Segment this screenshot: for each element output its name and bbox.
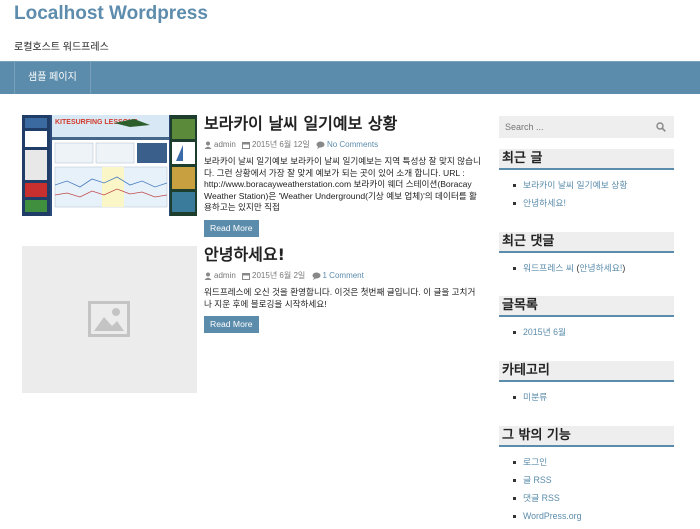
recent-posts-list: 보라카이 날씨 일기예보 상황 안녕하세요! xyxy=(499,180,674,216)
calendar-icon xyxy=(242,142,251,149)
comment-icon xyxy=(316,141,325,149)
meta-list: 로그인 글 RSS 댓글 RSS WordPress.org xyxy=(499,457,674,529)
recent-comment-item: 워드프레스 씨 (안녕하세요!) xyxy=(513,263,674,281)
post-comments-link[interactable]: No Comments xyxy=(327,140,378,149)
read-more-button[interactable]: Read More xyxy=(204,316,259,333)
widget-title: 카테고리 xyxy=(499,361,674,382)
post-hello: 안녕하세요! admin 2015년 6월 2일 1 Comment 워드프레스… xyxy=(22,246,482,394)
calendar-icon xyxy=(242,273,251,280)
sidebar: 최근 글 보라카이 날씨 일기예보 상황 안녕하세요! 최근 댓글 워드프레스 … xyxy=(499,116,674,521)
widget-title: 최근 글 xyxy=(499,149,674,170)
search-icon[interactable] xyxy=(656,122,666,132)
widget-title: 최근 댓글 xyxy=(499,232,674,253)
image-placeholder-icon xyxy=(88,301,130,337)
post-author[interactable]: admin xyxy=(214,140,236,149)
site-header: Localhost Wordpress 로컬호스트 워드프레스 xyxy=(0,0,700,60)
meta-link-comments-rss[interactable]: 댓글 RSS xyxy=(513,493,674,511)
post-comments-link[interactable]: 1 Comment xyxy=(323,271,364,280)
post-date[interactable]: 2015년 6월 12일 xyxy=(252,140,310,149)
thumbnail-image: KITESURFING LESSONS xyxy=(22,115,197,216)
main-navigation: 샘플 페이지 xyxy=(0,61,700,94)
search-input[interactable] xyxy=(499,116,639,138)
widget-recent-comments: 최근 댓글 워드프레스 씨 (안녕하세요!) xyxy=(499,232,674,281)
widget-meta: 그 밖의 기능 로그인 글 RSS 댓글 RSS WordPress.org xyxy=(499,426,674,529)
nav-item-sample-page[interactable]: 샘플 페이지 xyxy=(14,62,91,94)
comment-author[interactable]: 워드프레스 씨 xyxy=(523,263,574,273)
post-thumbnail[interactable]: KITESURFING LESSONS xyxy=(22,115,197,216)
post-boracay-weather: KITESURFING LESSONS 보라카이 날씨 일기예보 상황 admi… xyxy=(22,115,482,237)
meta-link-posts-rss[interactable]: 글 RSS xyxy=(513,475,674,493)
widget-title: 글목록 xyxy=(499,296,674,317)
comment-post-link[interactable]: 안녕하세요! xyxy=(579,263,622,273)
category-link[interactable]: 미분류 xyxy=(513,392,674,410)
site-description: 로컬호스트 워드프레스 xyxy=(14,42,109,53)
post-content: 안녕하세요! admin 2015년 6월 2일 1 Comment 워드프레스… xyxy=(204,246,482,333)
archive-link[interactable]: 2015년 6월 xyxy=(513,327,674,345)
author-icon xyxy=(204,272,212,280)
post-meta: admin 2015년 6월 12일 No Comments xyxy=(204,139,482,151)
post-content: 보라카이 날씨 일기예보 상황 admin 2015년 6월 12일 No Co… xyxy=(204,115,482,237)
widget-archives: 글목록 2015년 6월 xyxy=(499,296,674,345)
post-thumbnail-placeholder[interactable] xyxy=(22,246,197,393)
recent-post-link[interactable]: 보라카이 날씨 일기예보 상황 xyxy=(513,180,674,198)
author-icon xyxy=(204,141,212,149)
post-excerpt: 워드프레스에 오신 것을 환영합니다. 이것은 첫번째 글입니다. 이 글을 고… xyxy=(204,287,476,309)
post-meta: admin 2015년 6월 2일 1 Comment xyxy=(204,270,482,282)
post-date[interactable]: 2015년 6월 2일 xyxy=(252,271,305,280)
search-form xyxy=(499,116,674,138)
meta-link-login[interactable]: 로그인 xyxy=(513,457,674,475)
widget-categories: 카테고리 미분류 xyxy=(499,361,674,410)
meta-link-wordpress-org[interactable]: WordPress.org xyxy=(513,511,674,529)
post-title[interactable]: 안녕하세요! xyxy=(204,246,482,264)
comment-icon xyxy=(312,272,320,280)
archives-list: 2015년 6월 xyxy=(499,327,674,345)
recent-comments-list: 워드프레스 씨 (안녕하세요!) xyxy=(499,263,674,281)
post-title[interactable]: 보라카이 날씨 일기예보 상황 xyxy=(204,115,482,133)
recent-post-link[interactable]: 안녕하세요! xyxy=(513,198,674,216)
widget-title: 그 밖의 기능 xyxy=(499,426,674,447)
categories-list: 미분류 xyxy=(499,392,674,410)
site-title[interactable]: Localhost Wordpress xyxy=(14,4,686,24)
read-more-button[interactable]: Read More xyxy=(204,219,259,237)
post-author[interactable]: admin xyxy=(214,271,236,280)
post-excerpt: 보라카이 날씨 일기예보 보라카이 날씨 일기예보는 지역 특성상 잘 맞지 않… xyxy=(204,156,481,212)
widget-recent-posts: 최근 글 보라카이 날씨 일기예보 상황 안녕하세요! xyxy=(499,149,674,216)
